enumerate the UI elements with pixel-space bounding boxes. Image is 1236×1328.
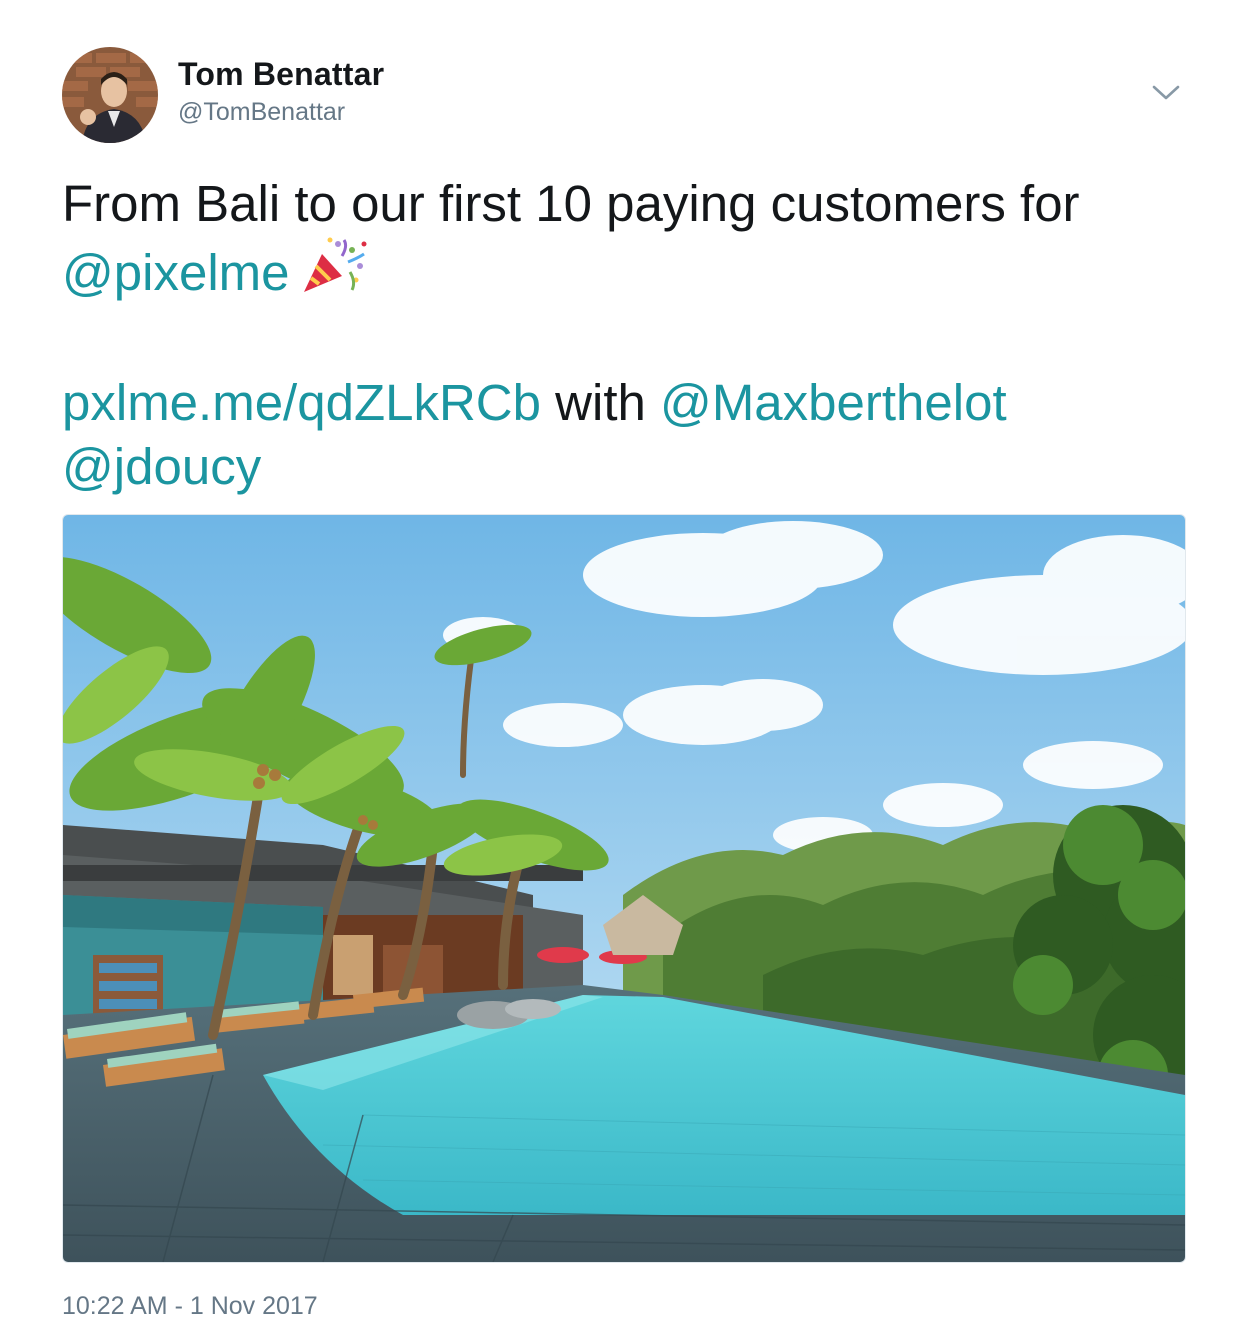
tweet-text-line-3: pxlme.me/qdZLkRCb with @Maxberthelot [62,371,1212,435]
chevron-down-icon [1152,85,1180,106]
more-options-button[interactable] [1146,78,1186,112]
author-name[interactable]: Tom Benattar [178,55,384,93]
tweet-text-line-4: @jdoucy [62,435,1212,499]
tweet-timestamp[interactable]: 10:22 AM - 1 Nov 2017 [62,1290,318,1322]
avatar[interactable] [62,47,158,143]
tweet-link[interactable]: pxlme.me/qdZLkRCb [62,374,541,431]
tweet-text-line-1: From Bali to our first 10 paying custome… [62,175,1080,232]
tweet-with-text: with [541,374,661,431]
photo-infinity-pool-jungle [63,515,1185,1262]
mention-maxberthelot[interactable]: @Maxberthelot [660,374,1007,431]
mention-pixelme[interactable]: @pixelme [62,244,290,301]
author-handle[interactable]: @TomBenattar [178,97,384,127]
mention-jdoucy[interactable]: @jdoucy [62,438,261,495]
author-block[interactable]: Tom Benattar @TomBenattar [178,55,384,127]
tweet-text-line-2: @pixelme [62,236,1212,305]
tweet-text: From Bali to our first 10 paying custome… [62,172,1212,499]
tweet-photo[interactable] [62,514,1186,1263]
party-popper-icon [298,236,370,296]
tweet-card: Tom Benattar @TomBenattar From Bali to o… [0,0,1236,1328]
